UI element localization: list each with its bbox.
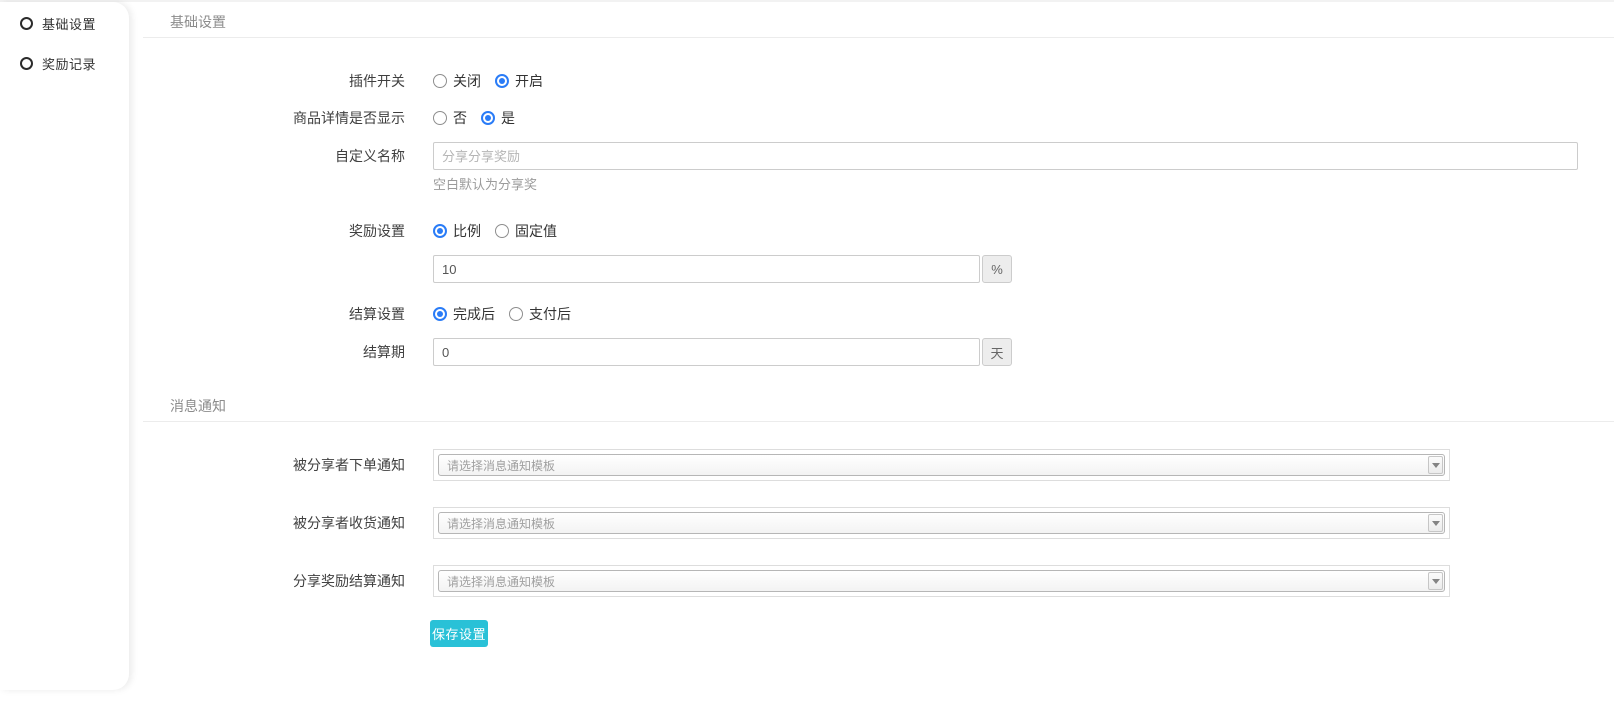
custom-name-row: 自定义名称 bbox=[129, 142, 1614, 170]
select-placeholder: 请选择消息通知模板 bbox=[439, 515, 1428, 532]
settle-setting-row: 结算设置 完成后 支付后 bbox=[129, 304, 1614, 324]
radio-detail-no[interactable]: 否 bbox=[433, 108, 467, 128]
notify-receipt-select[interactable]: 请选择消息通知模板 bbox=[433, 507, 1450, 539]
circle-icon bbox=[20, 17, 33, 30]
select-box: 请选择消息通知模板 bbox=[438, 454, 1445, 476]
chevron-down-icon bbox=[1428, 572, 1443, 590]
plugin-switch-label: 插件开关 bbox=[129, 71, 405, 91]
section-divider bbox=[143, 421, 1614, 422]
reward-setting-label: 奖励设置 bbox=[129, 221, 405, 241]
notify-settle-select[interactable]: 请选择消息通知模板 bbox=[433, 565, 1450, 597]
sidebar-item-reward-records[interactable]: 奖励记录 bbox=[0, 55, 129, 72]
notify-section-title: 消息通知 bbox=[129, 398, 1614, 415]
radio-settle-after-pay[interactable]: 支付后 bbox=[509, 304, 571, 324]
settle-period-row: 结算期 天 bbox=[129, 338, 1614, 366]
radio-label: 关闭 bbox=[453, 71, 481, 91]
notify-order-label: 被分享者下单通知 bbox=[129, 455, 405, 475]
custom-name-help-text: 空白默认为分享奖 bbox=[433, 174, 537, 193]
circle-icon bbox=[20, 57, 33, 70]
radio-label: 固定值 bbox=[515, 221, 557, 241]
custom-name-help-row: 空白默认为分享奖 bbox=[129, 174, 1614, 193]
basic-section-title: 基础设置 bbox=[129, 14, 1614, 31]
radio-reward-ratio[interactable]: 比例 bbox=[433, 221, 481, 241]
settle-period-label: 结算期 bbox=[129, 342, 405, 362]
sidebar-item-basic-settings[interactable]: 基础设置 bbox=[0, 15, 129, 32]
notify-settle-row: 分享奖励结算通知 请选择消息通知模板 bbox=[129, 565, 1614, 597]
main-content: 基础设置 插件开关 关闭 开启 商品详情是否显示 否 是 bbox=[129, 2, 1614, 707]
radio-settle-after-complete[interactable]: 完成后 bbox=[433, 304, 495, 324]
save-button[interactable]: 保存设置 bbox=[430, 620, 488, 647]
select-box: 请选择消息通知模板 bbox=[438, 570, 1445, 592]
radio-icon bbox=[509, 307, 523, 321]
custom-name-input[interactable] bbox=[433, 142, 1578, 170]
radio-detail-yes[interactable]: 是 bbox=[481, 108, 515, 128]
radio-plugin-on[interactable]: 开启 bbox=[495, 71, 543, 91]
notify-settle-label: 分享奖励结算通知 bbox=[129, 571, 405, 591]
settle-setting-label: 结算设置 bbox=[129, 304, 405, 324]
radio-icon bbox=[433, 111, 447, 125]
section-divider bbox=[143, 37, 1614, 38]
radio-icon bbox=[433, 307, 447, 321]
radio-reward-fixed[interactable]: 固定值 bbox=[495, 221, 557, 241]
plugin-switch-row: 插件开关 关闭 开启 bbox=[129, 71, 1614, 91]
radio-icon bbox=[495, 224, 509, 238]
product-detail-display-label: 商品详情是否显示 bbox=[129, 108, 405, 128]
settle-period-input[interactable] bbox=[433, 338, 980, 366]
custom-name-label: 自定义名称 bbox=[129, 146, 405, 166]
reward-amount-row: % bbox=[129, 255, 1614, 283]
select-placeholder: 请选择消息通知模板 bbox=[439, 573, 1428, 590]
reward-amount-input[interactable] bbox=[433, 255, 980, 283]
settings-page: 基础设置 奖励记录 基础设置 插件开关 关闭 开启 商品详情是否显示 bbox=[0, 2, 1614, 707]
sidebar-item-label: 基础设置 bbox=[42, 14, 96, 33]
product-detail-display-row: 商品详情是否显示 否 是 bbox=[129, 108, 1614, 128]
sidebar: 基础设置 奖励记录 bbox=[0, 2, 129, 690]
sidebar-item-label: 奖励记录 bbox=[42, 54, 96, 73]
radio-label: 是 bbox=[501, 108, 515, 128]
notify-receipt-row: 被分享者收货通知 请选择消息通知模板 bbox=[129, 507, 1614, 539]
radio-plugin-off[interactable]: 关闭 bbox=[433, 71, 481, 91]
notify-receipt-label: 被分享者收货通知 bbox=[129, 513, 405, 533]
chevron-down-icon bbox=[1428, 456, 1443, 474]
reward-setting-row: 奖励设置 比例 固定值 bbox=[129, 221, 1614, 241]
notify-order-row: 被分享者下单通知 请选择消息通知模板 bbox=[129, 449, 1614, 481]
radio-label: 否 bbox=[453, 108, 467, 128]
select-box: 请选择消息通知模板 bbox=[438, 512, 1445, 534]
day-addon: 天 bbox=[982, 338, 1012, 366]
radio-label: 比例 bbox=[453, 221, 481, 241]
radio-icon bbox=[433, 224, 447, 238]
radio-icon bbox=[481, 111, 495, 125]
radio-label: 支付后 bbox=[529, 304, 571, 324]
radio-icon bbox=[495, 74, 509, 88]
save-button-row: 保存设置 bbox=[129, 620, 1614, 647]
radio-label: 开启 bbox=[515, 71, 543, 91]
notify-order-select[interactable]: 请选择消息通知模板 bbox=[433, 449, 1450, 481]
radio-label: 完成后 bbox=[453, 304, 495, 324]
chevron-down-icon bbox=[1428, 514, 1443, 532]
radio-icon bbox=[433, 74, 447, 88]
select-placeholder: 请选择消息通知模板 bbox=[439, 457, 1428, 474]
percent-addon: % bbox=[982, 255, 1012, 283]
